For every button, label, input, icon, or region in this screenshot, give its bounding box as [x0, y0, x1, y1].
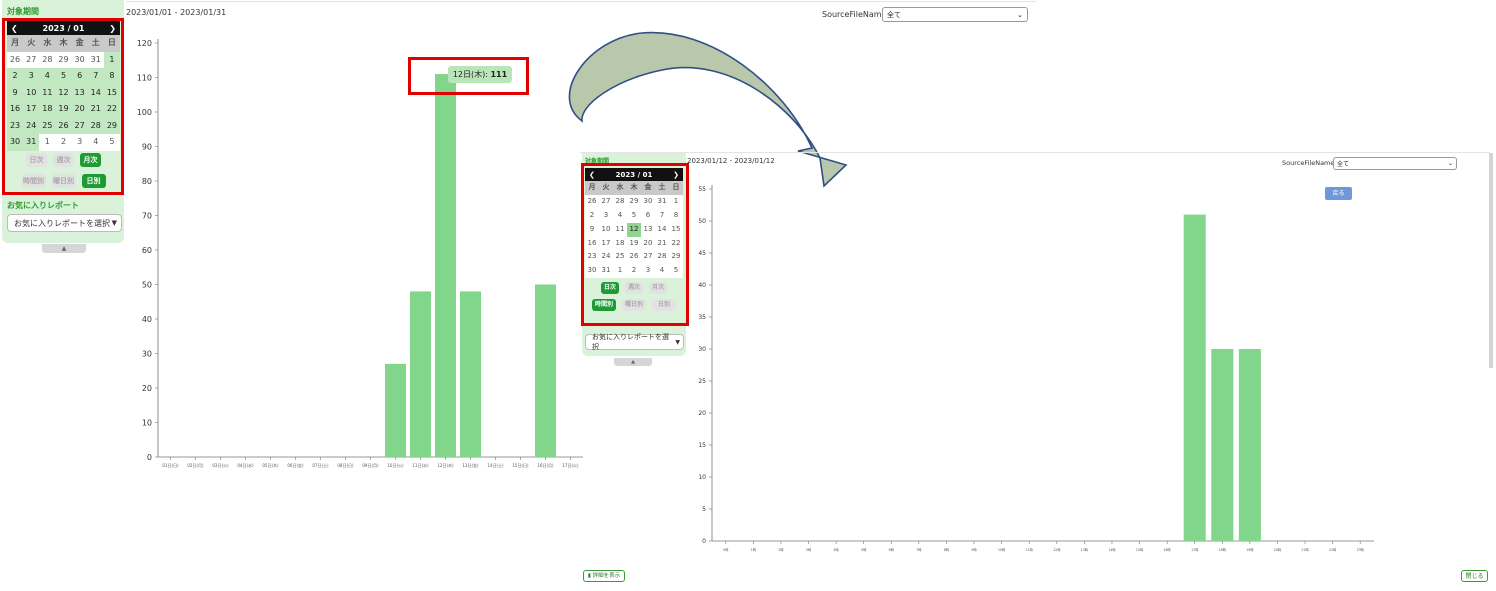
- x-tick-label: 14時: [1108, 547, 1116, 552]
- x-tick-label: 17時: [1191, 547, 1199, 552]
- y-tick-label: 40: [698, 282, 706, 289]
- x-tick-label: 0時: [723, 547, 729, 552]
- x-tick-label: 4時: [834, 547, 840, 552]
- y-tick-label: 50: [698, 218, 706, 225]
- x-tick-label: 19時: [1246, 547, 1254, 552]
- x-tick-label: 11時: [1026, 547, 1034, 552]
- x-tick-label: 18時: [1219, 547, 1227, 552]
- x-tick-label: 8時: [944, 547, 950, 552]
- y-tick-label: 45: [698, 250, 706, 257]
- chart-bar: [1183, 214, 1206, 541]
- x-tick-label: 15時: [1136, 547, 1144, 552]
- y-tick-label: 15: [698, 442, 706, 449]
- x-tick-label: 6時: [889, 547, 895, 552]
- x-tick-label: 3時: [806, 547, 812, 552]
- x-tick-label: 9時: [971, 547, 977, 552]
- x-tick-label: 5時: [861, 547, 867, 552]
- x-tick-label: 1時: [751, 547, 757, 552]
- x-tick-label: 2時: [778, 547, 784, 552]
- chart-bar: [1238, 349, 1261, 541]
- y-tick-label: 30: [698, 346, 706, 353]
- x-tick-label: 10時: [998, 547, 1006, 552]
- x-tick-label: 13時: [1081, 547, 1089, 552]
- x-tick-label: 7時: [916, 547, 922, 552]
- y-tick-label: 55: [698, 186, 706, 193]
- right-hourly-chart: 0 5 10 15 20 25 30 35 40 45 50 55 0時 1時 2時 3時 4時 5時 6時 7時 8時…: [698, 185, 1374, 552]
- x-tick-label: 16時: [1164, 547, 1172, 552]
- y-tick-label: 0: [702, 538, 706, 545]
- y-tick-label: 35: [698, 314, 706, 321]
- x-tick-label: 23時: [1357, 547, 1365, 552]
- y-tick-label: 10: [698, 474, 706, 481]
- close-button[interactable]: 閉じる: [1461, 570, 1488, 582]
- y-tick-label: 25: [698, 378, 706, 385]
- x-tick-label: 22時: [1329, 547, 1337, 552]
- y-tick-label: 20: [698, 410, 706, 417]
- chart-bar: [1211, 349, 1234, 541]
- x-tick-label: 12時: [1053, 547, 1061, 552]
- x-tick-label: 20時: [1274, 547, 1282, 552]
- x-tick-label: 21時: [1301, 547, 1309, 552]
- y-tick-label: 5: [702, 506, 706, 513]
